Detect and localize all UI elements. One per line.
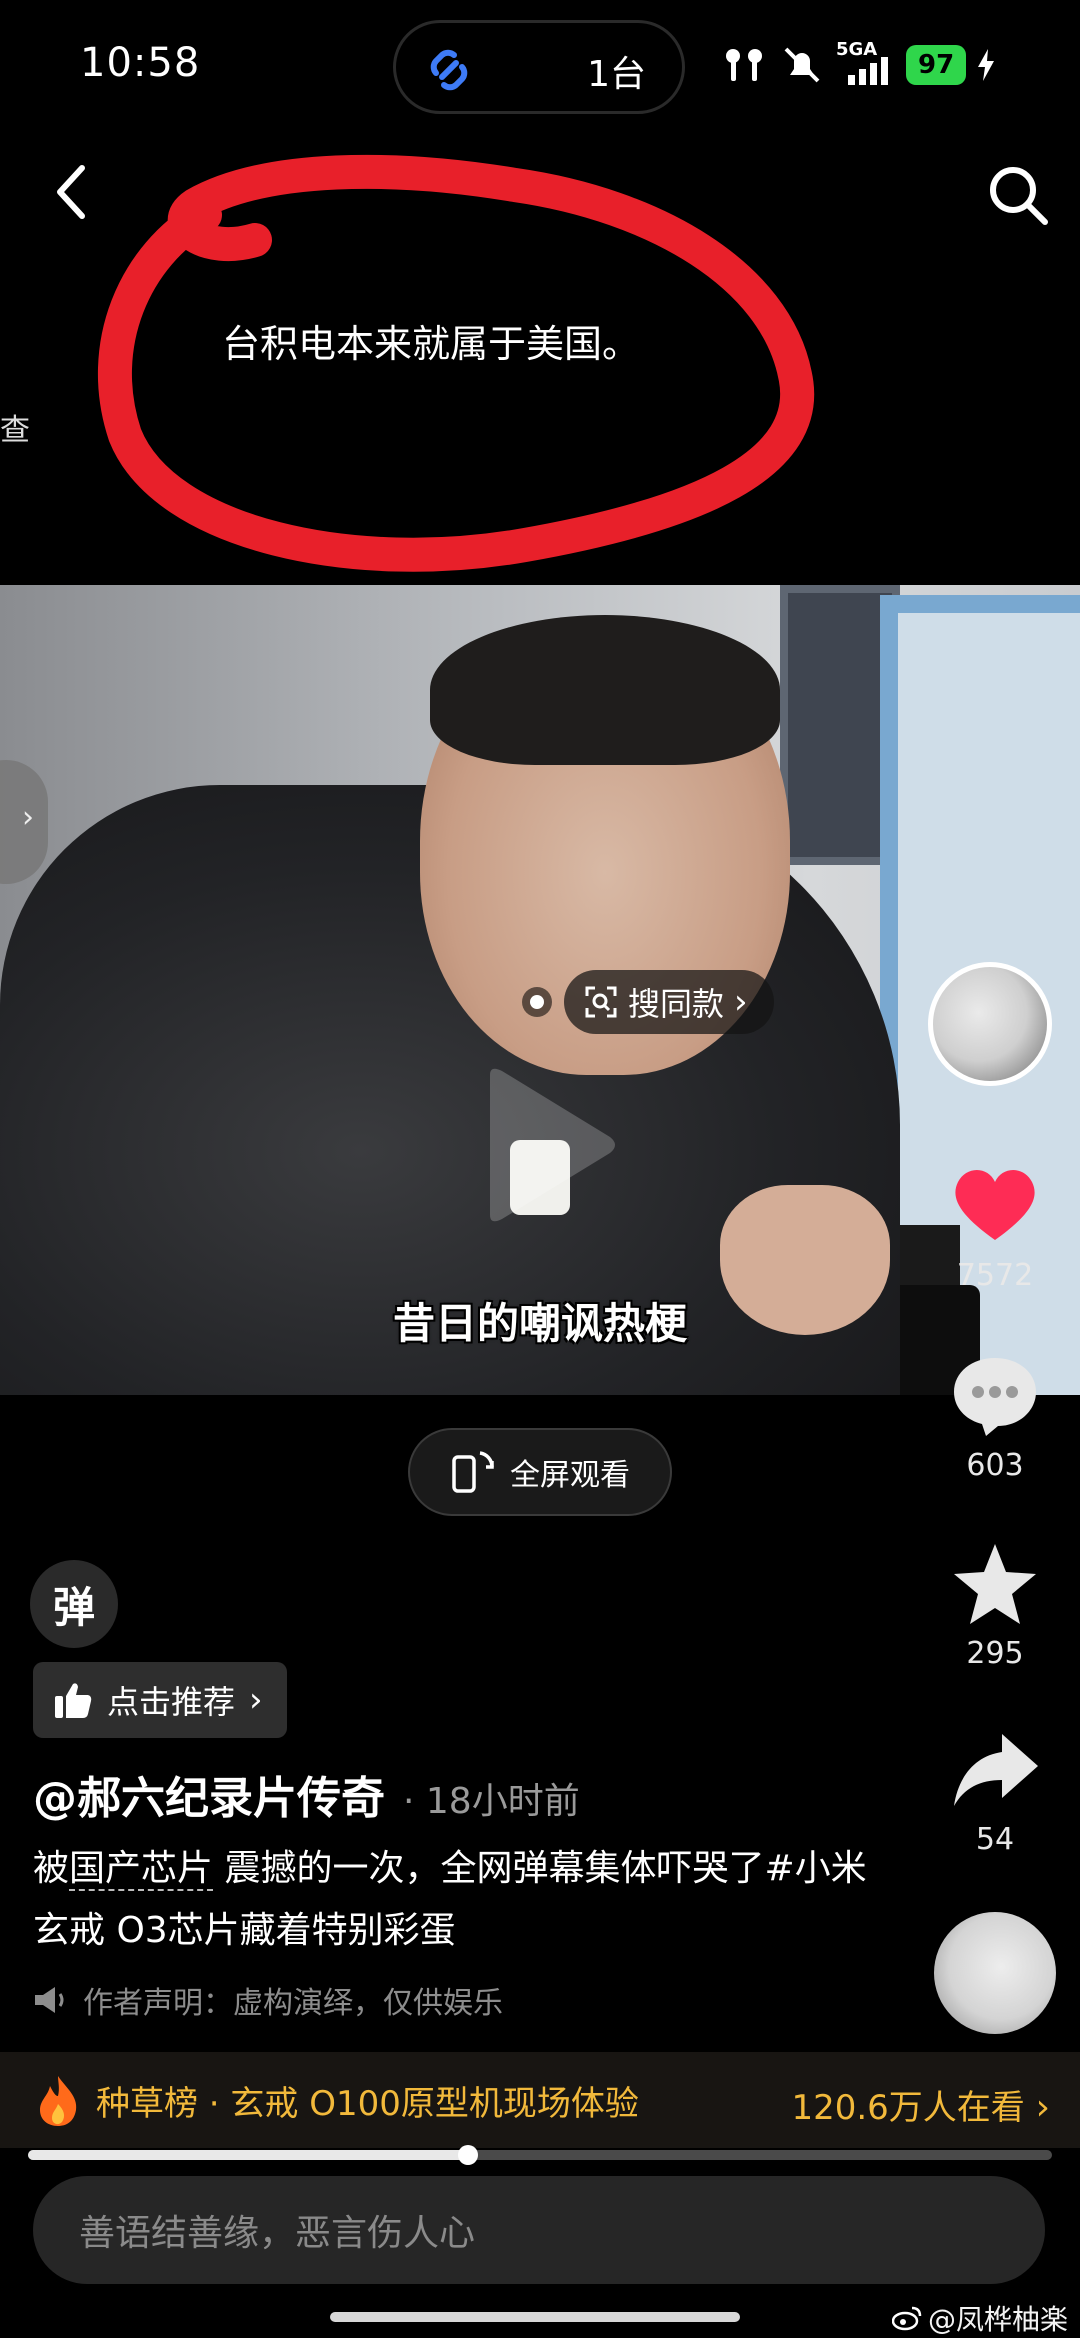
search-icon[interactable] (985, 162, 1051, 228)
weibo-logo-icon (892, 2306, 922, 2331)
comment-input[interactable]: 善语结善缘，恶言伤人心 (33, 2176, 1045, 2284)
notice-text: 作者声明：虚构演绎，仅供娱乐 (83, 1986, 503, 2021)
danmaku-button[interactable]: 弹 (30, 1560, 118, 1648)
quote-text: 台积电本来就属于美国。 (222, 322, 641, 366)
home-indicator[interactable] (330, 2312, 740, 2322)
video-progress-bar[interactable] (28, 2145, 1052, 2165)
rotate-screen-icon (452, 1451, 494, 1493)
megaphone-icon (35, 1987, 64, 2013)
desc-prefix: 被 (33, 1848, 70, 1889)
comment-icon[interactable] (950, 1350, 1040, 1440)
mute-bell-icon (784, 47, 820, 83)
author-row: @郝六纪录片传奇 · 18小时前 (33, 1762, 580, 1826)
fullscreen-button[interactable]: 全屏观看 (408, 1428, 672, 1516)
star-icon[interactable] (950, 1540, 1040, 1630)
signal-icon: 5GA (836, 39, 894, 85)
creator-avatar[interactable] (928, 962, 1052, 1086)
earbuds-icon (726, 49, 762, 81)
author-name[interactable]: @郝六纪录片传奇 (33, 1762, 385, 1826)
ranking-bar[interactable]: 种草榜 · 玄戒 O100原型机现场体验 120.6万人在看 › (0, 2052, 1080, 2148)
music-disc[interactable] (934, 1912, 1056, 2034)
status-icons: 5GA 97 (720, 39, 1020, 90)
favorite-count: 295 (966, 1636, 1024, 1671)
battery-level: 97 (906, 45, 967, 85)
chevron-right-icon: › (1035, 2087, 1050, 2128)
desc-keyword-link[interactable]: 国产芯片 (69, 1848, 214, 1891)
chevron-right-icon: › (249, 1680, 263, 1720)
comment-count: 603 (966, 1448, 1024, 1483)
author-notice: 作者声明：虚构演绎，仅供娱乐 (33, 1978, 503, 2022)
chevron-right-icon: › (22, 800, 34, 835)
post-time: · 18小时前 (403, 1781, 580, 1822)
comment-placeholder: 善语结善缘，恶言伤人心 (79, 2213, 476, 2254)
video-person-hair (430, 615, 780, 765)
recommend-label: 点击推荐 (107, 1683, 236, 1721)
island-text: 1台 (587, 54, 646, 95)
share-icon[interactable] (950, 1726, 1040, 1816)
heart-icon[interactable] (950, 1160, 1040, 1250)
thumbs-up-icon (55, 1683, 92, 1718)
play-icon[interactable] (470, 1065, 620, 1225)
fullscreen-label: 全屏观看 (510, 1458, 630, 1493)
hotspot-dot-icon (522, 987, 552, 1017)
search-same-label: 搜同款 (628, 985, 725, 1023)
weibo-watermark: @凤桦柚楽 (892, 2298, 1068, 2338)
progress-thumb[interactable] (458, 2145, 479, 2165)
post-description: 被国产芯片 震撼的一次，全网弹幕集体吓哭了#小米玄戒 O3芯片藏着特别彩蛋 (33, 1838, 893, 1962)
charging-bolt-icon (978, 49, 995, 81)
live-viewers: 120.6万人在看 › (791, 2087, 1050, 2128)
chevron-right-icon: › (734, 982, 748, 1022)
ranking-title: 种草榜 · 玄戒 O100原型机现场体验 (96, 2083, 639, 2124)
recommend-button[interactable]: 点击推荐 › (33, 1662, 287, 1738)
link-icon (430, 49, 468, 91)
status-time: 10:58 (80, 40, 201, 86)
fire-icon (40, 2076, 77, 2126)
share-count: 54 (975, 1822, 1015, 1857)
search-same-button[interactable]: 搜同款 › (522, 969, 774, 1035)
video-player[interactable]: › 搜同款 › (0, 585, 1080, 1395)
video-subtitle: 昔日的嘲讽热梗 (392, 1299, 687, 1348)
back-icon[interactable] (52, 162, 92, 222)
previous-nav-button[interactable]: › (0, 760, 48, 884)
side-glyph: 查 (0, 413, 30, 448)
like-count: 7572 (956, 1258, 1034, 1293)
watermark-text: @凤桦柚楽 (928, 2303, 1069, 2336)
progress-fill (28, 2150, 469, 2160)
dynamic-island[interactable]: 1台 (393, 20, 685, 114)
scan-icon (585, 986, 617, 1018)
